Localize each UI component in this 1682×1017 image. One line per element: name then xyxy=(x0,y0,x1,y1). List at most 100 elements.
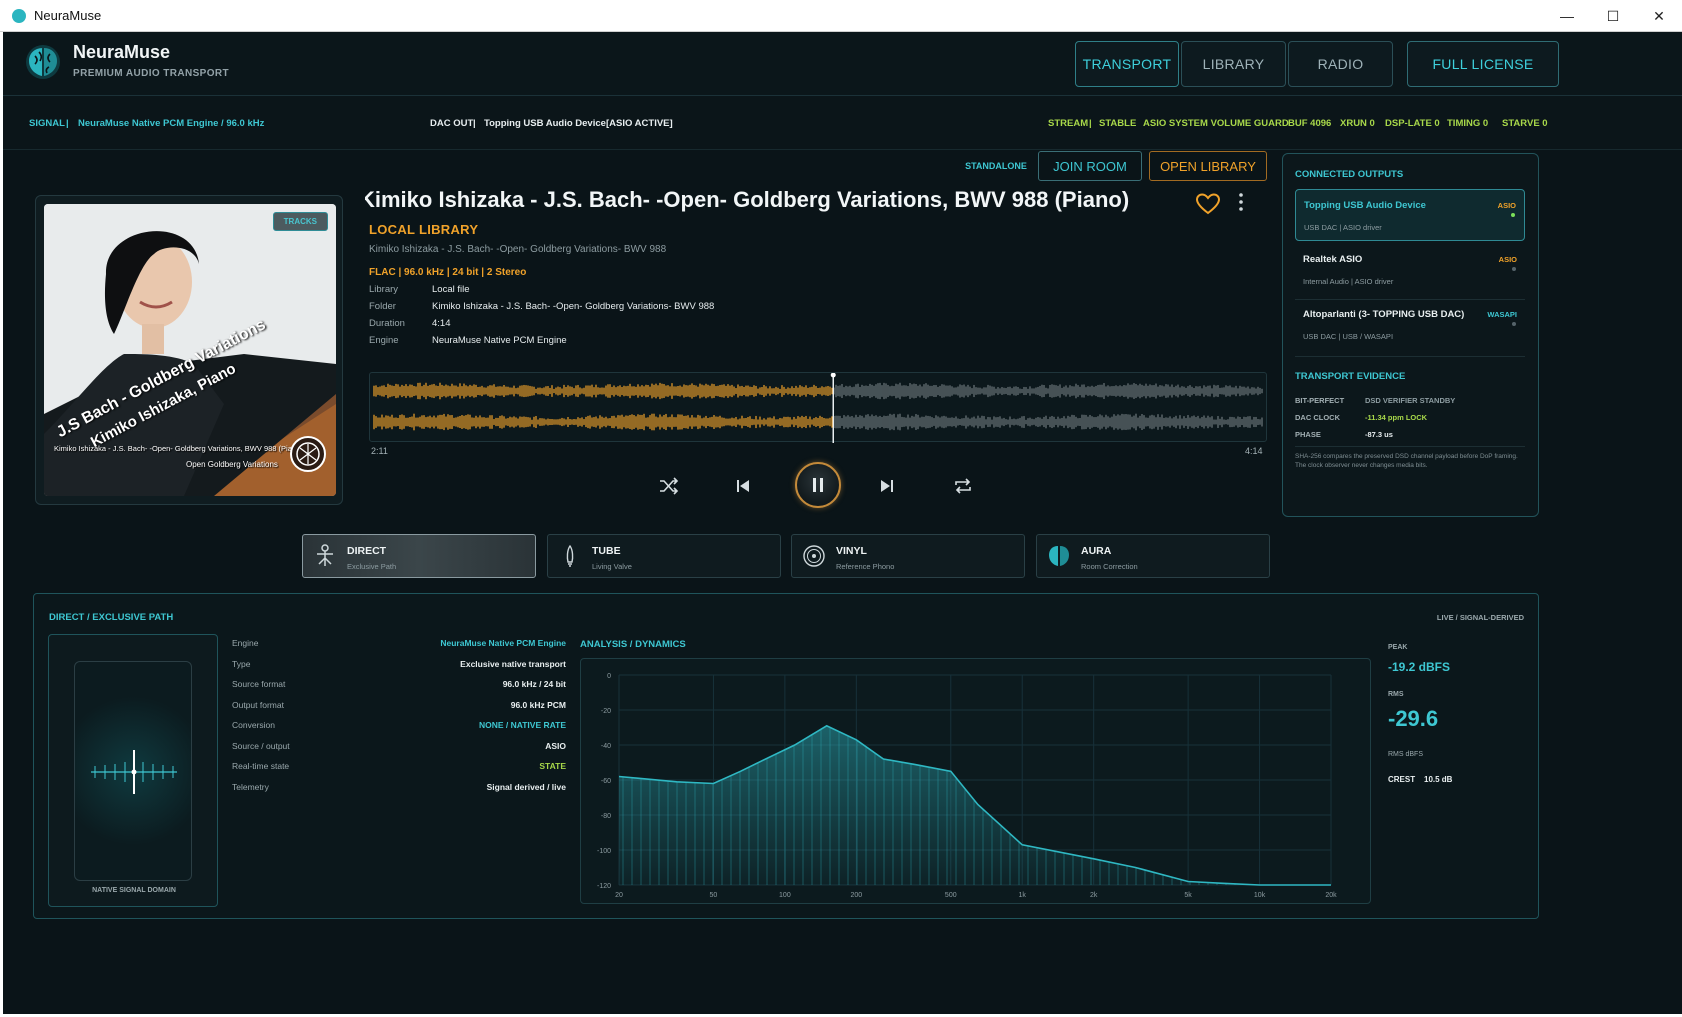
track-title: Kimiko Ishizaka - J.S. Bach- -Open- Gold… xyxy=(365,187,1130,212)
status-dot-icon xyxy=(1512,322,1516,326)
peak-value: -19.2 dBFS xyxy=(1388,660,1451,674)
rms-unit: RMS dBFS xyxy=(1388,751,1424,758)
mode-tube-button[interactable]: TUBE Living Valve xyxy=(547,534,781,578)
spec-row: Source format 96.0 kHz / 24 bit xyxy=(232,679,566,693)
mode-aura-button[interactable]: AURA Room Correction xyxy=(1036,534,1270,578)
tube-icon xyxy=(566,544,574,567)
meta-key: Engine xyxy=(369,335,399,346)
spec-key: Engine xyxy=(232,638,259,648)
evidence-row: DAC CLOCK -11.34 ppm LOCK xyxy=(1295,413,1427,422)
playhead-knob xyxy=(830,373,836,378)
mode-subtitle: Exclusive Path xyxy=(347,562,397,571)
status-separator: | xyxy=(473,118,476,129)
spec-value: NeuraMuse Native PCM Engine xyxy=(440,638,566,648)
output-name: Altoparlanti (3- TOPPING USB DAC) xyxy=(1303,309,1465,320)
signal-domain-card: NATIVE SIGNAL DOMAIN xyxy=(48,634,218,907)
spec-key: Source / output xyxy=(232,740,290,751)
vinyl-icon xyxy=(803,545,825,567)
mode-subtitle: Living Valve xyxy=(592,562,632,571)
status-dot-icon xyxy=(1512,267,1516,271)
output-item[interactable]: Realtek ASIO Internal Audio | ASIO drive… xyxy=(1295,244,1525,296)
meta-value: 4:14 xyxy=(432,318,451,329)
pause-icon xyxy=(813,478,823,492)
x-tick-label: 200 xyxy=(850,892,862,899)
crest-label: CREST xyxy=(1388,775,1416,784)
meta-key: Library xyxy=(369,284,399,295)
output-desc: USB DAC | USB / WASAPI xyxy=(1303,332,1394,341)
kebab-menu-icon[interactable] xyxy=(1237,192,1245,212)
spec-value: 96.0 kHz PCM xyxy=(510,699,566,710)
album-art[interactable]: TRACKS J.S Bach - Goldberg Variations Ki… xyxy=(44,204,336,496)
join-room-button[interactable]: JOIN ROOM xyxy=(1038,151,1142,181)
skip-back-icon xyxy=(737,480,749,492)
mode-vinyl-button[interactable]: VINYL Reference Phono xyxy=(791,534,1025,578)
waveform-seekbar[interactable] xyxy=(369,372,1267,443)
heart-icon[interactable] xyxy=(1195,192,1221,216)
starve-status: STARVE 0 xyxy=(1502,118,1548,129)
window-controls: — ☐ ✕ xyxy=(1544,0,1682,32)
album-credit: Kimiko Ishizaka - J.S. Bach- -Open- Gold… xyxy=(54,444,303,453)
maximize-button[interactable]: ☐ xyxy=(1590,0,1636,32)
mode-name: VINYL xyxy=(836,545,867,557)
x-tick-label: 20k xyxy=(1325,892,1337,899)
y-tick-label: 0 xyxy=(607,673,611,680)
output-item[interactable]: Altoparlanti (3- TOPPING USB DAC) USB DA… xyxy=(1295,299,1525,351)
spectrum-area xyxy=(619,725,1331,885)
crest-value: 10.5 dB xyxy=(1424,775,1453,784)
brand-name: NeuraMuse xyxy=(73,42,171,62)
previous-button[interactable] xyxy=(729,472,757,500)
next-button[interactable] xyxy=(873,472,901,500)
spec-value: 96.0 kHz / 24 bit xyxy=(502,679,566,689)
app-root: NeuraMuse PREMIUM AUDIO TRANSPORT TRANSP… xyxy=(3,32,1682,1014)
tracks-badge-button[interactable]: TRACKS xyxy=(272,212,328,231)
spec-row: Type Exclusive native transport xyxy=(232,659,566,673)
outputs-title: CONNECTED OUTPUTS xyxy=(1295,169,1404,180)
dac-label: DAC OUT xyxy=(430,118,474,129)
track-title-marquee: Kimiko Ishizaka - J.S. Bach- -Open- Gold… xyxy=(365,187,1179,219)
divider xyxy=(1295,356,1525,357)
x-tick-label: 5k xyxy=(1184,892,1192,899)
divider xyxy=(1295,446,1525,447)
signal-value: NeuraMuse Native PCM Engine / 96.0 kHz xyxy=(78,118,265,129)
nav-transport-button[interactable]: TRANSPORT xyxy=(1075,41,1179,87)
mode-direct-button[interactable]: DIRECT Exclusive Path xyxy=(302,534,536,578)
y-tick-label: -120 xyxy=(597,883,611,890)
label-seal-logo xyxy=(290,436,326,472)
y-tick-label: -100 xyxy=(597,848,611,855)
spec-key: Telemetry xyxy=(232,781,269,792)
y-tick-label: -40 xyxy=(601,743,611,750)
spec-key: Output format xyxy=(232,699,284,710)
nav-radio-button[interactable]: RADIO xyxy=(1288,41,1393,87)
shuffle-icon xyxy=(660,477,679,495)
repeat-button[interactable] xyxy=(949,472,977,500)
x-tick-label: 50 xyxy=(710,892,718,899)
shuffle-button[interactable] xyxy=(655,472,683,500)
status-separator: | xyxy=(66,118,69,129)
album-caption: Open Goldberg Variations xyxy=(186,460,278,469)
open-library-button[interactable]: OPEN LIBRARY xyxy=(1149,151,1267,181)
spectrum-chart-svg: 0 -20 -40 -60 -80 -100 -120 20 50 100 200 500 1k 2k 5k… xyxy=(597,673,1337,899)
timing-status: TIMING 0 xyxy=(1447,118,1489,129)
full-license-button[interactable]: FULL LICENSE xyxy=(1407,41,1559,87)
pause-button[interactable] xyxy=(795,462,841,508)
evidence-value: -87.3 us xyxy=(1365,430,1393,439)
evidence-key: DAC CLOCK xyxy=(1295,413,1340,422)
aura-icon xyxy=(1049,546,1069,566)
meta-value: Kimiko Ishizaka - J.S. Bach- -Open- Gold… xyxy=(432,301,715,312)
track-metadata: Library Local file Folder Kimiko Ishizaka … xyxy=(369,284,714,352)
signal-crosshair-icon xyxy=(91,750,177,794)
output-desc: USB DAC | ASIO driver xyxy=(1304,223,1382,232)
minimize-button[interactable]: — xyxy=(1544,0,1590,32)
spec-key: Type xyxy=(232,658,251,669)
spec-value: ASIO xyxy=(545,740,566,751)
spec-row: Telemetry Signal derived / live xyxy=(232,782,566,796)
output-item[interactable]: Topping USB Audio Device USB DAC | ASIO … xyxy=(1295,189,1525,241)
nav-library-button[interactable]: LIBRARY xyxy=(1181,41,1286,87)
close-button[interactable]: ✕ xyxy=(1636,0,1682,32)
spec-row: Real-time state STATE xyxy=(232,761,566,775)
brand-subtitle: PREMIUM AUDIO TRANSPORT xyxy=(73,68,230,79)
meta-key: Folder xyxy=(369,301,396,312)
mode-name: TUBE xyxy=(592,545,621,557)
meta-row: Engine NeuraMuse Native PCM Engine xyxy=(369,335,714,352)
spec-row: Engine NeuraMuse Native PCM Engine xyxy=(232,638,566,652)
